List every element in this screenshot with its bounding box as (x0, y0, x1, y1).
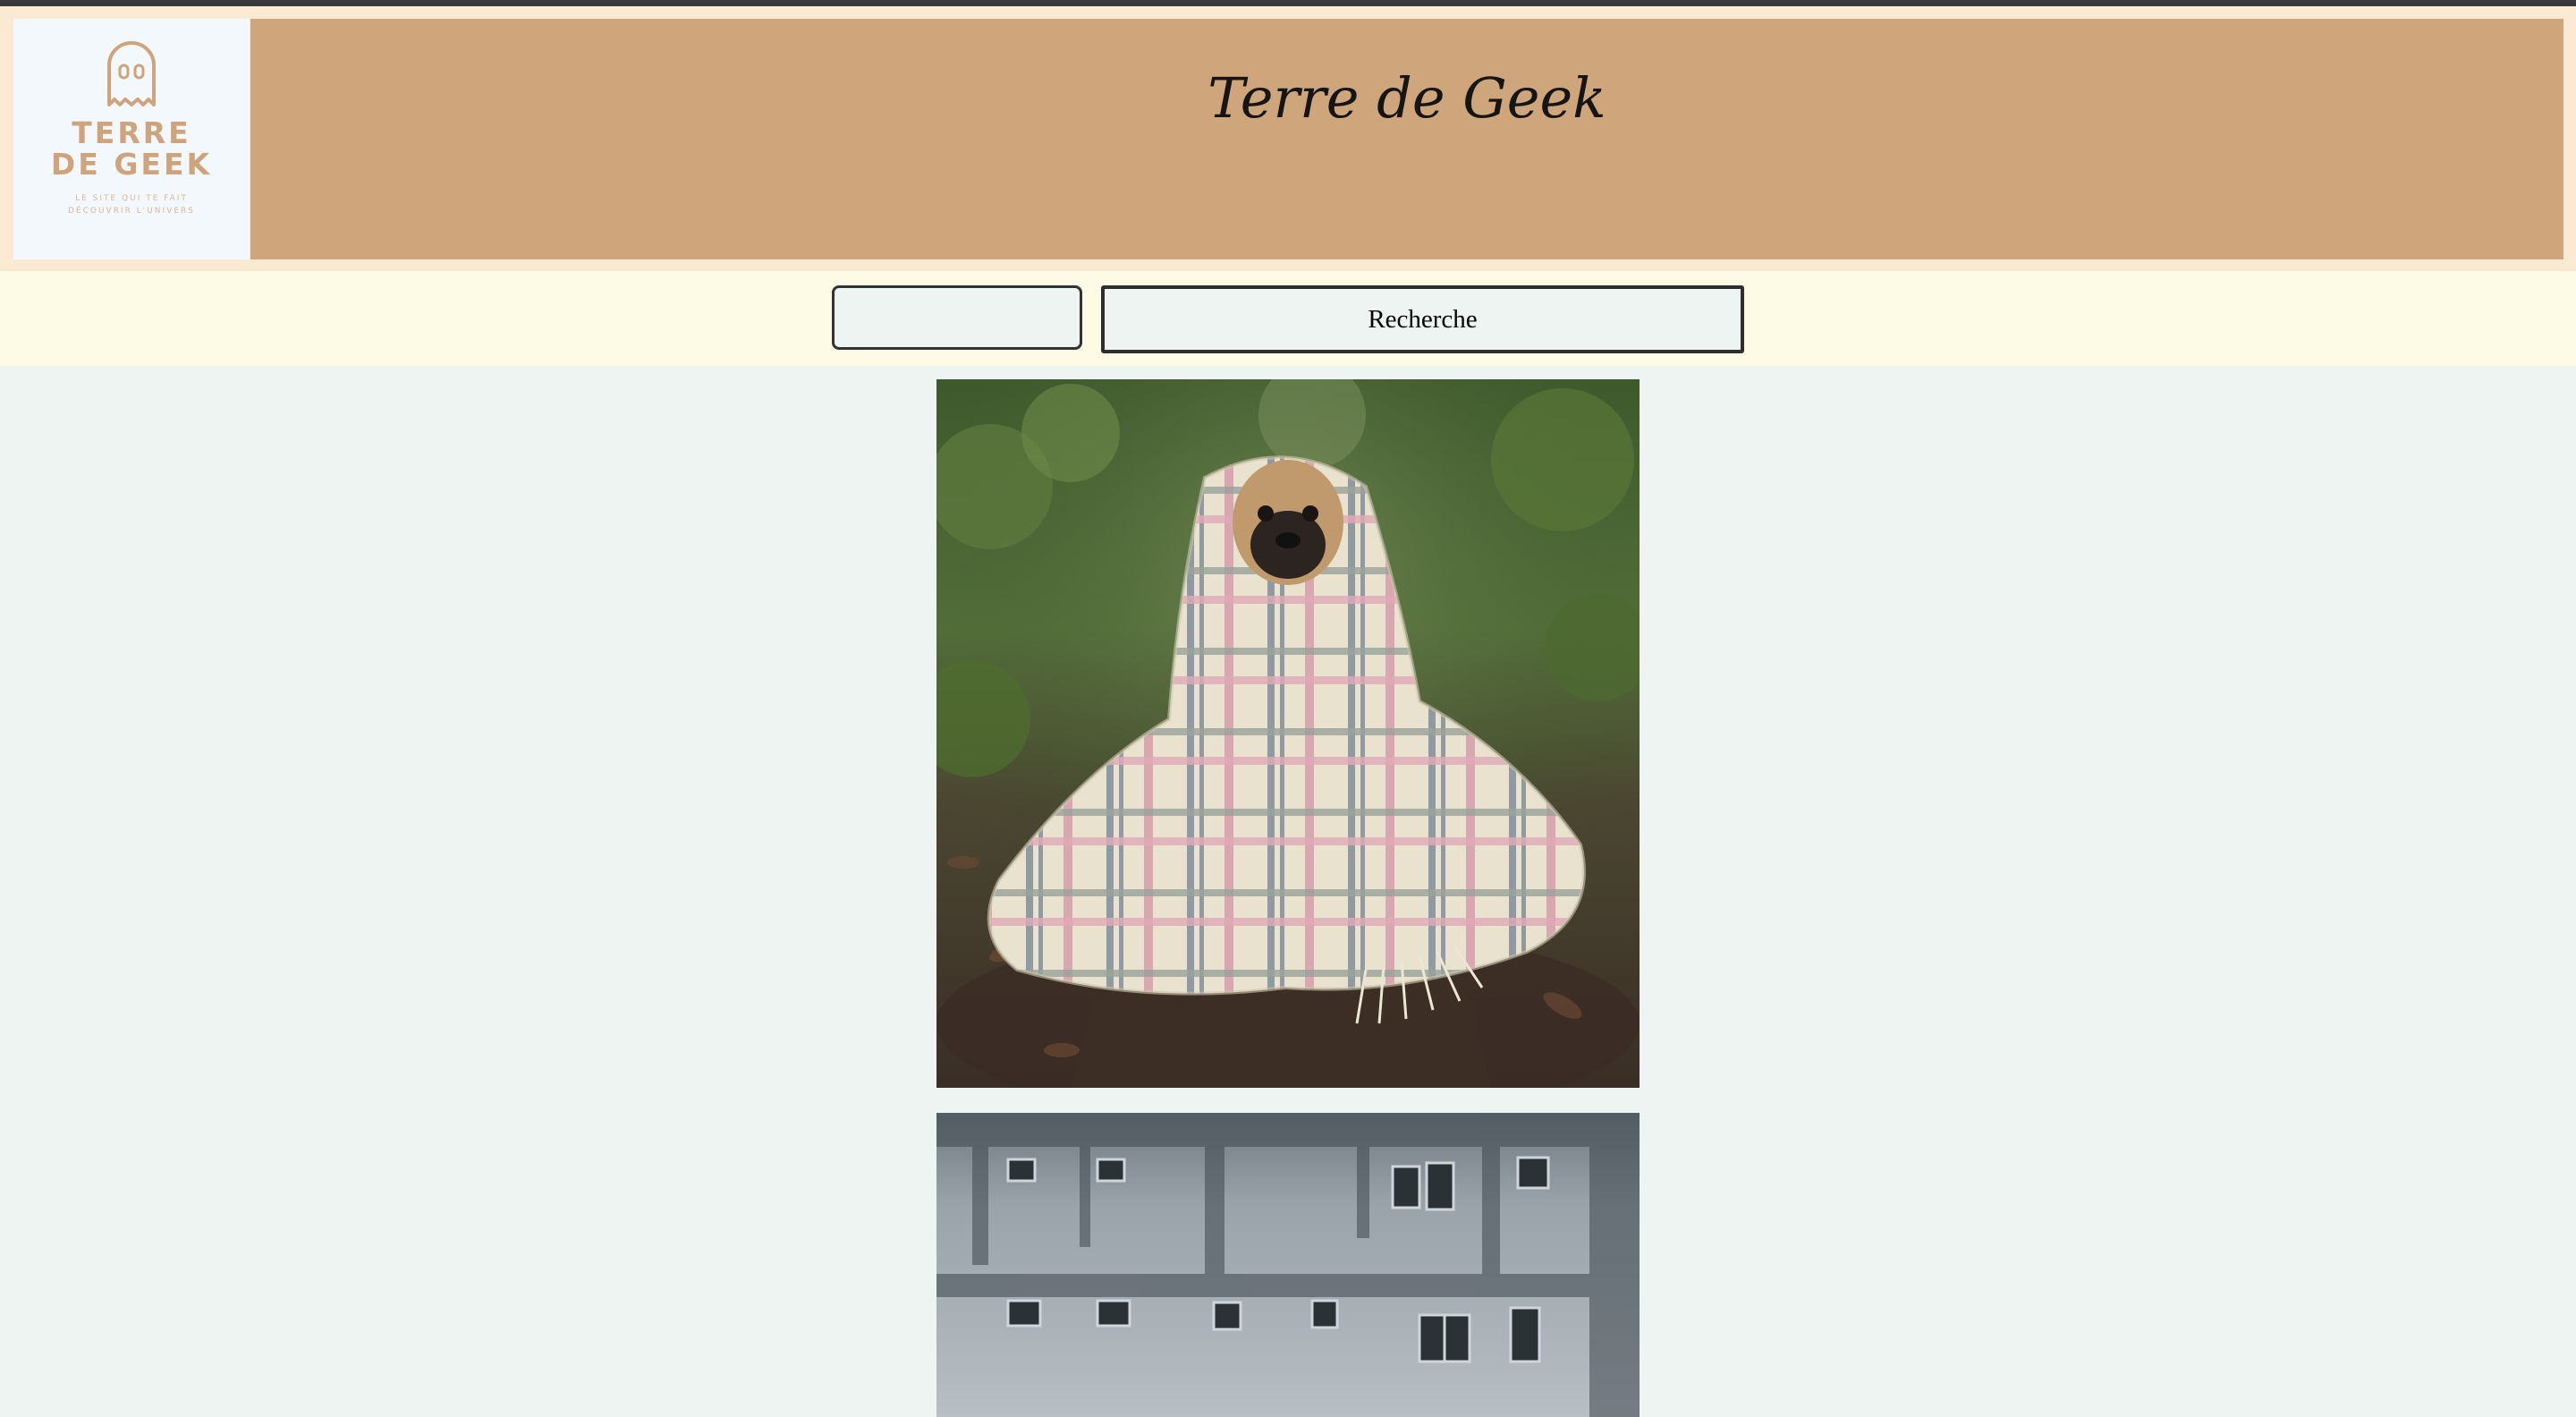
site-title: Terre de Geek (1208, 65, 1606, 131)
logo-title: TERRE DE GEEK (50, 115, 213, 182)
building-photo (936, 1113, 1640, 1417)
search-button[interactable]: Recherche (1101, 285, 1744, 353)
search-input[interactable] (832, 285, 1082, 350)
pug-photo (936, 379, 1640, 1088)
gallery-image-building[interactable] (936, 1113, 1640, 1417)
title-banner: Terre de Geek (250, 19, 2563, 259)
logo-tagline: LE SITE QUI TE FAIT DÉCOUVRIR L'UNIVERS (67, 194, 196, 216)
ghost-icon (107, 41, 156, 106)
top-border (0, 0, 2576, 6)
site-logo[interactable]: TERRE DE GEEK LE SITE QUI TE FAIT DÉCOUV… (13, 19, 250, 259)
gallery-image-pug[interactable] (936, 379, 1640, 1088)
